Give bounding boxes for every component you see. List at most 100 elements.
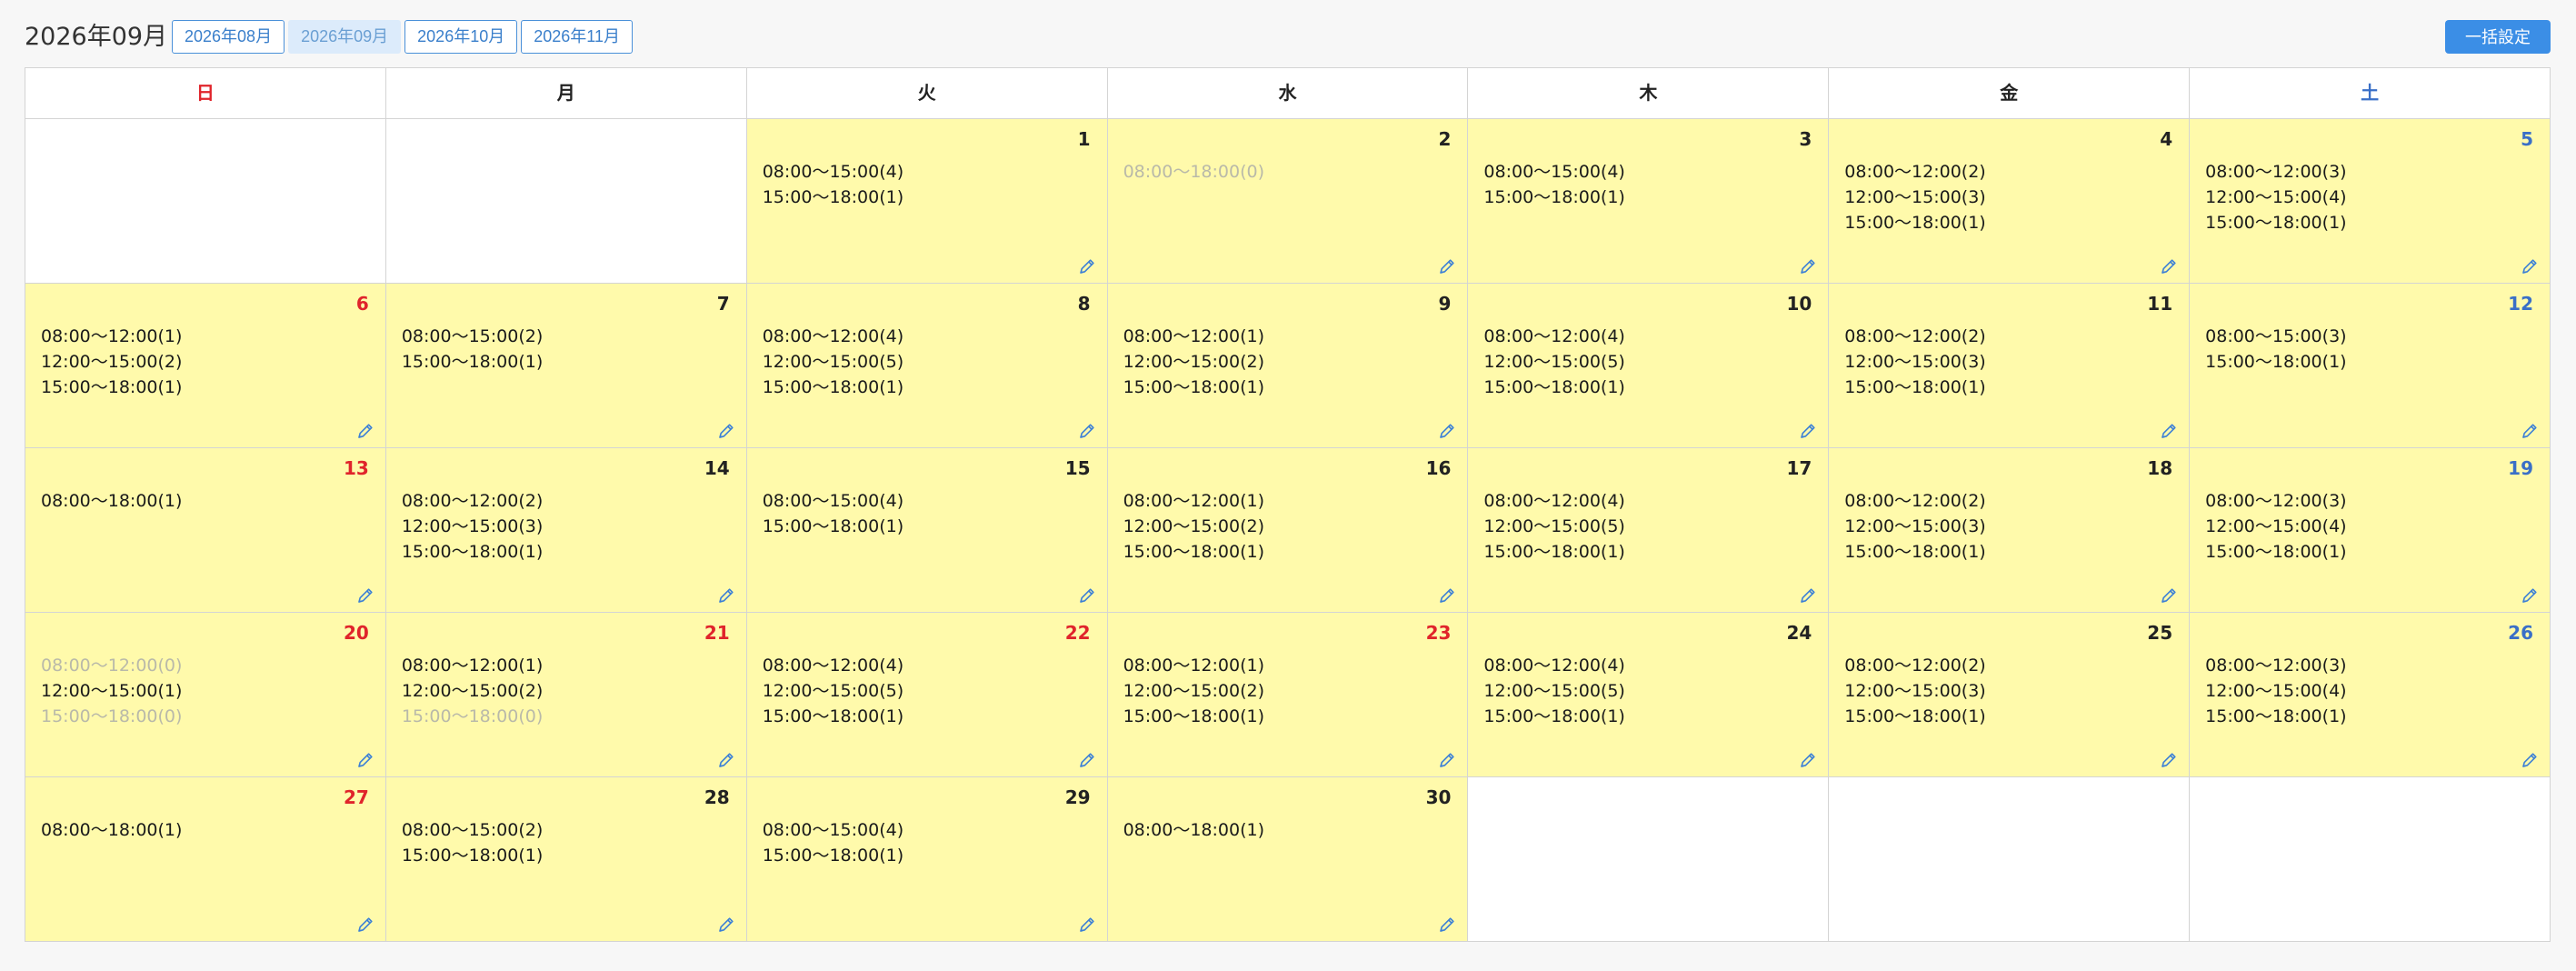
day-cell-15: 15 08:00〜15:00(4) 15:00〜18:00(1) [746, 448, 1108, 613]
time-slot-list: 08:00〜12:00(4) 12:00〜15:00(5) 15:00〜18:00(… [1483, 324, 1624, 400]
time-slot: 15:00〜18:00(1) [2205, 352, 2347, 372]
pencil-icon[interactable] [1078, 916, 1096, 934]
bulk-settings-button[interactable]: 一括設定 [2445, 20, 2551, 54]
day-number: 26 [2508, 622, 2533, 644]
time-slot: 08:00〜15:00(2) [401, 820, 544, 840]
time-slot: 08:00〜12:00(3) [2205, 491, 2347, 511]
month-button-2026-08[interactable]: 2026年08月 [172, 20, 285, 54]
day-cell-30: 30 08:00〜18:00(1) [1107, 777, 1469, 942]
day-cell-8: 8 08:00〜12:00(4) 12:00〜15:00(5) 15:00〜18:00… [746, 284, 1108, 448]
time-slot-list: 08:00〜18:00(1) [41, 488, 182, 514]
pencil-icon[interactable] [1438, 751, 1456, 769]
day-number: 9 [1438, 293, 1452, 315]
pencil-icon[interactable] [1438, 257, 1456, 275]
day-number: 30 [1425, 786, 1452, 808]
month-button-2026-11[interactable]: 2026年11月 [521, 20, 633, 54]
time-slot: 08:00〜12:00(2) [1844, 656, 1986, 676]
day-number: 28 [704, 786, 730, 808]
time-slot: 15:00〜18:00(1) [762, 516, 904, 536]
time-slot-list: 08:00〜12:00(2) 12:00〜15:00(3) 15:00〜18:00(… [1844, 324, 1985, 400]
time-slot: 15:00〜18:00(1) [401, 352, 544, 372]
pencil-icon[interactable] [356, 586, 374, 605]
pencil-icon[interactable] [1078, 257, 1096, 275]
pencil-icon[interactable] [2521, 422, 2539, 440]
day-cell-14: 14 08:00〜12:00(2) 12:00〜15:00(3) 15:00〜18:0… [385, 448, 747, 613]
pencil-icon[interactable] [1799, 586, 1817, 605]
pencil-icon[interactable] [356, 422, 374, 440]
day-cell-19: 19 08:00〜12:00(3) 12:00〜15:00(4) 15:00〜18:0… [2190, 448, 2551, 613]
time-slot: 08:00〜12:00(2) [1844, 326, 1986, 346]
pencil-icon[interactable] [1078, 751, 1096, 769]
day-number: 2 [1438, 128, 1452, 150]
pencil-icon[interactable] [356, 751, 374, 769]
time-slot: 12:00〜15:00(5) [762, 681, 904, 701]
time-slot-list: 08:00〜18:00(0) [1123, 159, 1264, 185]
day-cell-23: 23 08:00〜12:00(1) 12:00〜15:00(2) 15:00〜18:0… [1107, 613, 1469, 777]
day-cell-9: 9 08:00〜12:00(1) 12:00〜15:00(2) 15:00〜18:00… [1107, 284, 1469, 448]
empty-day-cell [2190, 777, 2551, 942]
time-slot-list: 08:00〜18:00(1) [1123, 817, 1264, 843]
time-slot: 12:00〜15:00(3) [1844, 187, 1986, 207]
time-slot: 08:00〜12:00(4) [1483, 491, 1625, 511]
pencil-icon[interactable] [1438, 586, 1456, 605]
pencil-icon[interactable] [1799, 422, 1817, 440]
time-slot-list: 08:00〜12:00(3) 12:00〜15:00(4) 15:00〜18:00(… [2205, 488, 2346, 565]
month-button-2026-09[interactable]: 2026年09月 [288, 20, 402, 54]
day-number: 10 [1786, 293, 1812, 315]
time-slot-list: 08:00〜12:00(1) 12:00〜15:00(2) 15:00〜18:00(… [1123, 653, 1264, 729]
day-number: 16 [1425, 457, 1452, 479]
time-slot-list: 08:00〜12:00(1) 12:00〜15:00(2) 15:00〜18:00(… [402, 653, 543, 729]
day-cell-20: 20 08:00〜12:00(0) 12:00〜15:00(1) 15:00〜18:0… [25, 613, 386, 777]
time-slot: 12:00〜15:00(5) [762, 352, 904, 372]
day-cell-29: 29 08:00〜15:00(4) 15:00〜18:00(1) [746, 777, 1108, 942]
time-slot-list: 08:00〜12:00(3) 12:00〜15:00(4) 15:00〜18:00(… [2205, 159, 2346, 235]
day-number: 29 [1064, 786, 1091, 808]
weekday-header-tue: 火 [746, 68, 1108, 119]
pencil-icon[interactable] [2521, 257, 2539, 275]
weekday-header-sun: 日 [25, 68, 386, 119]
pencil-icon[interactable] [717, 751, 735, 769]
day-number: 21 [704, 622, 730, 644]
pencil-icon[interactable] [2160, 586, 2178, 605]
time-slot: 15:00〜18:00(1) [2205, 542, 2347, 562]
pencil-icon[interactable] [717, 916, 735, 934]
time-slot-list: 08:00〜15:00(2) 15:00〜18:00(1) [402, 324, 543, 375]
pencil-icon[interactable] [1438, 422, 1456, 440]
pencil-icon[interactable] [2160, 422, 2178, 440]
pencil-icon[interactable] [1438, 916, 1456, 934]
time-slot: 08:00〜15:00(4) [762, 820, 904, 840]
time-slot: 08:00〜18:00(0) [1123, 162, 1264, 182]
pencil-icon[interactable] [2521, 751, 2539, 769]
pencil-icon[interactable] [356, 916, 374, 934]
time-slot: 15:00〜18:00(1) [1123, 377, 1264, 397]
day-cell-6: 6 08:00〜12:00(1) 12:00〜15:00(2) 15:00〜18:00… [25, 284, 386, 448]
day-number: 14 [704, 457, 730, 479]
pencil-icon[interactable] [2160, 751, 2178, 769]
pencil-icon[interactable] [717, 586, 735, 605]
day-cell-4: 4 08:00〜12:00(2) 12:00〜15:00(3) 15:00〜18:00… [1829, 119, 2191, 284]
pencil-icon[interactable] [717, 422, 735, 440]
time-slot: 15:00〜18:00(1) [762, 706, 904, 726]
month-button-2026-10[interactable]: 2026年10月 [404, 20, 518, 54]
pencil-icon[interactable] [1799, 751, 1817, 769]
weekday-header-sat: 土 [2190, 68, 2551, 119]
time-slot: 15:00〜18:00(1) [401, 542, 544, 562]
time-slot-list: 08:00〜12:00(3) 12:00〜15:00(4) 15:00〜18:00(… [2205, 653, 2346, 729]
weekday-header-wed: 水 [1107, 68, 1469, 119]
day-number: 12 [2508, 293, 2533, 315]
pencil-icon[interactable] [1799, 257, 1817, 275]
time-slot: 12:00〜15:00(5) [1483, 352, 1625, 372]
pencil-icon[interactable] [1078, 422, 1096, 440]
time-slot: 08:00〜12:00(2) [401, 491, 544, 511]
day-number: 4 [2160, 128, 2173, 150]
day-cell-3: 3 08:00〜15:00(4) 15:00〜18:00(1) [1468, 119, 1830, 284]
time-slot: 08:00〜12:00(4) [762, 326, 904, 346]
time-slot: 15:00〜18:00(1) [762, 846, 904, 866]
pencil-icon[interactable] [2521, 586, 2539, 605]
time-slot: 15:00〜18:00(0) [401, 706, 544, 726]
time-slot: 15:00〜18:00(0) [41, 706, 183, 726]
pencil-icon[interactable] [1078, 586, 1096, 605]
day-number: 13 [344, 457, 369, 479]
day-number: 20 [344, 622, 369, 644]
pencil-icon[interactable] [2160, 257, 2178, 275]
